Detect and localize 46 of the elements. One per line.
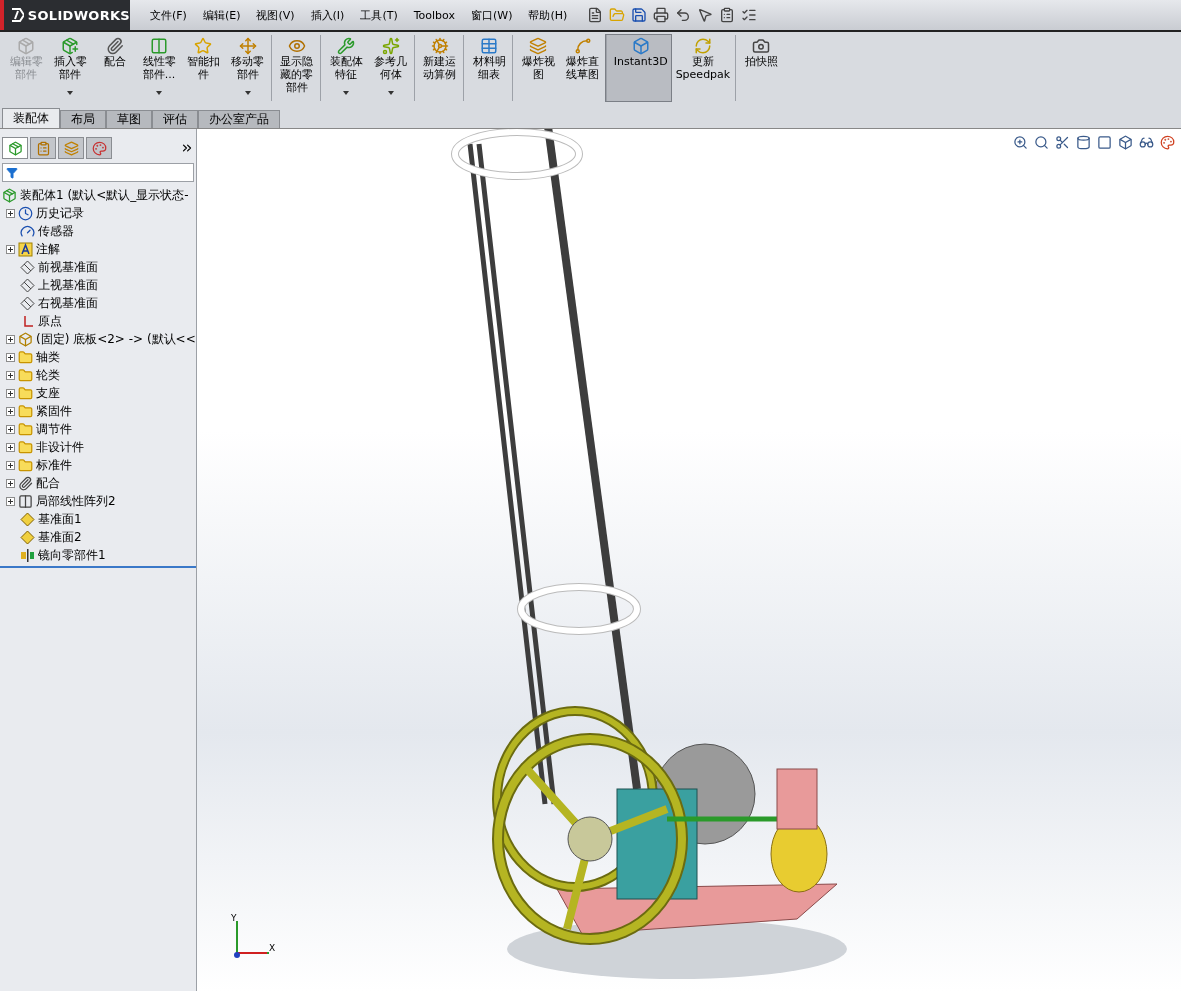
tree-item[interactable]: 基准面1 xyxy=(38,510,82,528)
menu-item[interactable]: 窗口(W) xyxy=(462,7,521,23)
command-button[interactable]: 更新Speedpak xyxy=(671,34,735,102)
tree-item[interactable]: 原点 xyxy=(38,312,62,330)
axis-label: Y xyxy=(231,913,237,923)
tab[interactable]: 评估 xyxy=(152,110,198,128)
menu-item[interactable]: 插入(I) xyxy=(302,7,353,23)
tree-item[interactable]: 调节件 xyxy=(36,420,72,438)
command-button[interactable]: 线性零部件... xyxy=(136,34,182,102)
tree-item[interactable]: 注解 xyxy=(36,240,60,258)
command-button[interactable]: 移动零部件 xyxy=(225,34,270,102)
command-button[interactable]: 智能扣件 xyxy=(181,34,226,102)
tree-item[interactable]: 装配体1 (默认<默认_显示状态- xyxy=(20,186,189,204)
command-button[interactable]: 配合 xyxy=(92,34,137,102)
tree-item[interactable]: 基准面2 xyxy=(38,528,82,546)
axis-label: X xyxy=(269,943,276,953)
menu-item[interactable]: 文件(F) xyxy=(142,7,195,23)
tree-item[interactable]: 右视基准面 xyxy=(38,294,98,312)
tree-item[interactable]: 标准件 xyxy=(36,456,72,474)
tree-item[interactable]: 局部线性阵列2 xyxy=(36,492,116,510)
tab[interactable]: 草图 xyxy=(106,110,152,128)
tree-item[interactable]: 传感器 xyxy=(38,222,74,240)
command-button[interactable]: 插入零部件 xyxy=(48,34,93,102)
tree-item[interactable]: (固定) 底板<2> -> (默认<< xyxy=(36,330,196,348)
tree-item[interactable]: 非设计件 xyxy=(36,438,84,456)
menu-item[interactable]: Toolbox xyxy=(405,8,463,22)
tree-item[interactable]: 轴类 xyxy=(36,348,60,366)
menu-item[interactable]: 视图(V) xyxy=(248,7,303,23)
tree-item[interactable]: 轮类 xyxy=(36,366,60,384)
command-button[interactable]: 参考几何体 xyxy=(368,34,413,102)
tree-item[interactable]: 历史记录 xyxy=(36,204,84,222)
menu-item[interactable]: 工具(T) xyxy=(352,7,406,23)
tree-item[interactable]: 支座 xyxy=(36,384,60,402)
tree-item[interactable]: 前视基准面 xyxy=(38,258,98,276)
tab[interactable]: 装配体 xyxy=(2,108,60,128)
tree-item[interactable]: 镜向零部件1 xyxy=(38,546,106,564)
brand-name: SOLIDWORKS xyxy=(27,7,130,23)
tree-item[interactable]: 上视基准面 xyxy=(38,276,98,294)
tab[interactable]: 布局 xyxy=(60,110,106,128)
tree-item[interactable]: 配合 xyxy=(36,474,60,492)
menu-item[interactable]: 编辑(E) xyxy=(194,7,249,23)
tab[interactable]: 办公室产品 xyxy=(198,110,280,128)
command-button[interactable]: Instant3D xyxy=(604,34,672,102)
command-button[interactable]: 爆炸直线草图 xyxy=(560,34,605,102)
tree-item[interactable]: 紧固件 xyxy=(36,402,72,420)
menu-item[interactable]: 帮助(H) xyxy=(520,7,576,23)
